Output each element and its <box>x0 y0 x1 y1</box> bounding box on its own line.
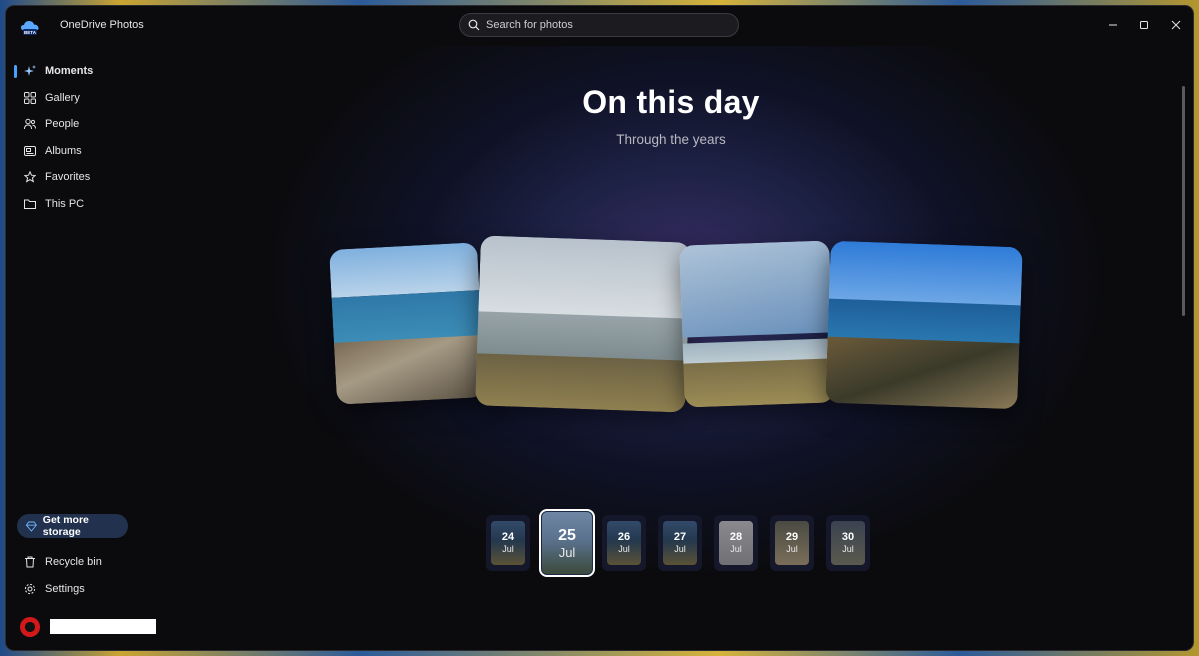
photo-card[interactable] <box>475 235 691 413</box>
scrollbar[interactable] <box>1182 86 1185 316</box>
date-thumbnail: 30 Jul <box>831 521 865 565</box>
photo-card[interactable] <box>329 242 485 405</box>
date-day: 26 <box>617 531 631 543</box>
gallery-icon <box>24 91 36 104</box>
date-month: Jul <box>786 544 798 554</box>
date-month: Jul <box>674 544 686 554</box>
date-day: 29 <box>785 531 799 543</box>
onedrive-photos-logo: BETA <box>21 21 39 35</box>
date-thumbnail: 24 Jul <box>491 521 525 565</box>
search-box[interactable] <box>459 13 739 37</box>
date-tile[interactable]: 24 Jul <box>486 515 530 571</box>
page-subtitle: Through the years <box>616 132 726 147</box>
date-thumbnail: 29 Jul <box>775 521 809 565</box>
date-month: Jul <box>618 544 630 554</box>
date-thumbnail: 26 Jul <box>607 521 641 565</box>
date-day: 28 <box>729 531 743 543</box>
date-month: Jul <box>730 544 742 554</box>
date-thumbnail: 25 Jul <box>542 512 592 574</box>
date-thumbnail: 28 Jul <box>719 521 753 565</box>
recycle-bin-label: Recycle bin <box>45 556 102 568</box>
date-tile-selected[interactable]: 25 Jul <box>539 509 595 577</box>
sidebar-item-albums[interactable]: Albums <box>6 138 156 165</box>
moments-view: On this day Through the years 24 Jul 25 … <box>156 46 1186 650</box>
sidebar-item-label: Moments <box>45 65 94 78</box>
avatar[interactable] <box>20 617 40 637</box>
close-icon <box>1171 20 1181 30</box>
sidebar: Moments Gallery People Albums Favorites <box>6 58 156 217</box>
sidebar-item-this-pc[interactable]: This PC <box>6 191 156 218</box>
sidebar-item-label: This PC <box>45 197 85 210</box>
gear-icon <box>24 583 36 595</box>
trash-icon <box>25 556 35 568</box>
sidebar-item-favorites[interactable]: Favorites <box>6 164 156 191</box>
app-title: OneDrive Photos <box>60 19 144 31</box>
search-input[interactable] <box>486 19 726 31</box>
date-tile[interactable]: 27 Jul <box>658 515 702 571</box>
date-tile[interactable]: 28 Jul <box>714 515 758 571</box>
date-tile[interactable]: 30 Jul <box>826 515 870 571</box>
recycle-bin-item[interactable]: Recycle bin <box>24 556 102 568</box>
albums-icon <box>24 145 36 157</box>
sidebar-item-people[interactable]: People <box>6 111 156 138</box>
app-window: BETA OneDrive Photos Moments <box>6 6 1193 650</box>
minimize-icon <box>1109 24 1117 26</box>
date-month: Jul <box>502 544 514 554</box>
date-tile[interactable]: 26 Jul <box>602 515 646 571</box>
date-day: 24 <box>501 531 515 543</box>
search-icon <box>468 19 480 31</box>
sparkle-icon <box>24 65 36 77</box>
sidebar-item-label: People <box>45 118 80 131</box>
star-icon <box>24 171 36 183</box>
date-day: 25 <box>558 526 576 544</box>
date-day: 30 <box>841 531 855 543</box>
sidebar-item-gallery[interactable]: Gallery <box>6 85 156 112</box>
folder-icon <box>24 198 36 210</box>
date-tile[interactable]: 29 Jul <box>770 515 814 571</box>
sidebar-item-label: Favorites <box>45 171 91 184</box>
logo-badge: BETA <box>24 30 37 35</box>
close-button[interactable] <box>1165 14 1187 36</box>
maximize-button[interactable] <box>1133 14 1155 36</box>
title-bar: BETA OneDrive Photos <box>6 6 1193 46</box>
photo-card[interactable] <box>825 240 1023 410</box>
minimize-button[interactable] <box>1102 14 1124 36</box>
sidebar-item-label: Gallery <box>45 91 80 104</box>
storage-button-label: Get more storage <box>42 514 89 538</box>
date-month: Jul <box>842 544 854 554</box>
get-more-storage-button[interactable]: Get more storage <box>17 514 128 538</box>
settings-label: Settings <box>45 583 85 595</box>
account-name-redacted <box>50 619 162 634</box>
date-day: 27 <box>673 531 687 543</box>
page-title: On this day <box>582 84 760 120</box>
sidebar-item-label: Albums <box>45 144 82 157</box>
photo-card[interactable] <box>679 240 835 408</box>
diamond-icon <box>26 521 37 532</box>
sidebar-item-moments[interactable]: Moments <box>6 58 156 85</box>
date-thumbnail: 27 Jul <box>663 521 697 565</box>
maximize-icon <box>1140 21 1148 29</box>
date-month: Jul <box>558 544 576 560</box>
people-icon <box>24 118 36 130</box>
settings-item[interactable]: Settings <box>24 583 85 595</box>
